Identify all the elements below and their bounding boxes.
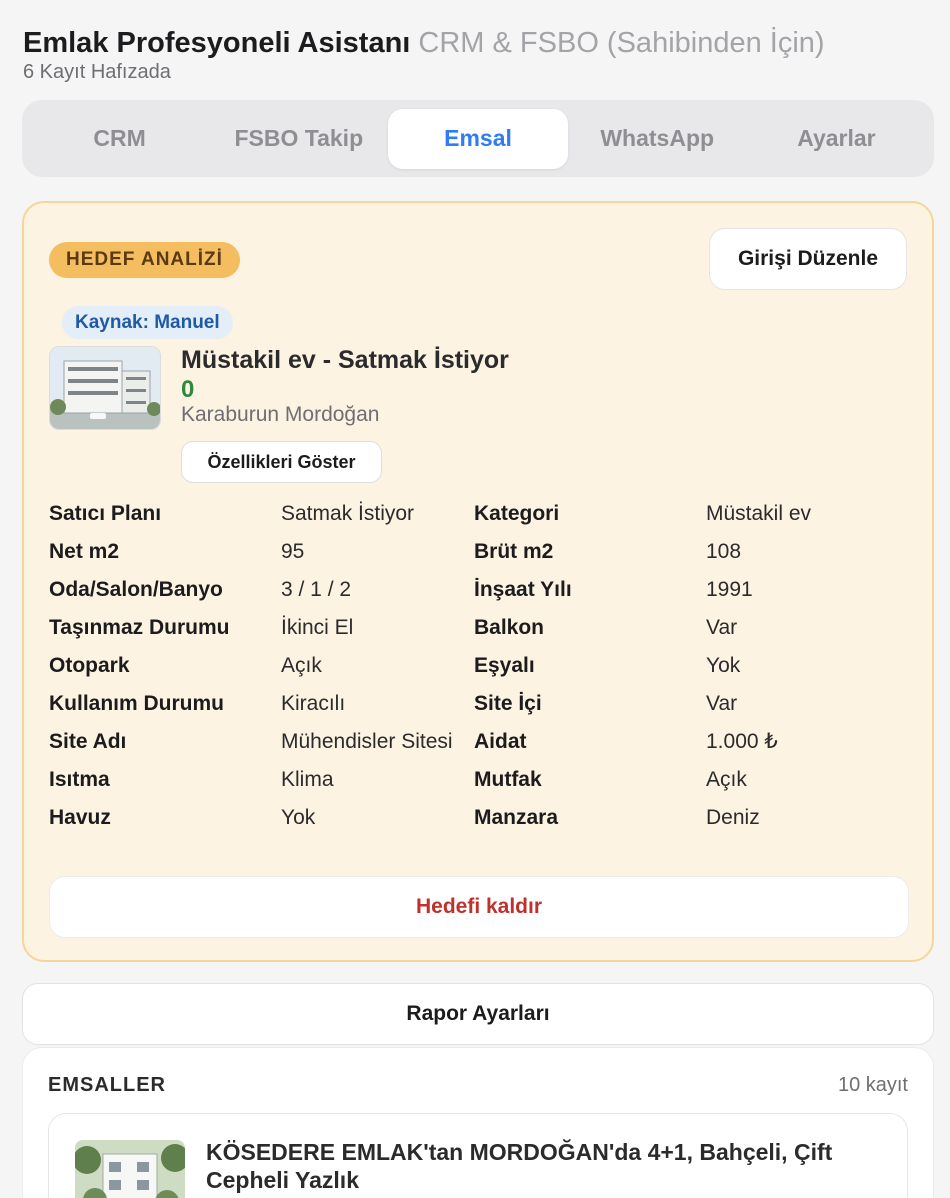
- comparables-heading: EMSALLER: [48, 1074, 166, 1096]
- property-value: 3 / 1 / 2: [281, 578, 352, 601]
- tab-whatsapp[interactable]: WhatsApp: [568, 109, 747, 169]
- app-title: Emlak Profesyoneli Asistanı: [23, 27, 411, 59]
- tab-crm[interactable]: CRM: [30, 109, 209, 169]
- property-value: Yok: [706, 654, 741, 677]
- listing-title: Müstakil ev - Satmak İstiyor: [181, 346, 509, 374]
- property-label: Site Adı: [49, 730, 127, 753]
- property-value: Deniz: [706, 806, 760, 829]
- record-count: 6 Kayıt Hafızada: [23, 61, 171, 83]
- property-row: Kullanım Durumu Kiracılı Site İçi Var: [49, 689, 909, 727]
- property-value: 1991: [706, 578, 753, 601]
- property-value: Yok: [281, 806, 316, 829]
- property-label: Balkon: [474, 616, 545, 639]
- property-value: Müstakil ev: [706, 502, 812, 525]
- comparable-thumbnail: [75, 1140, 185, 1198]
- remove-target-button[interactable]: Hedefi kaldır: [49, 876, 909, 938]
- property-value: Satmak İstiyor: [281, 502, 415, 525]
- property-value: İkinci El: [281, 616, 354, 639]
- property-value: Var: [706, 692, 738, 715]
- property-value: 108: [706, 540, 742, 563]
- listing-location: Karaburun Mordoğan: [181, 403, 380, 426]
- listing-price: 0: [181, 376, 195, 403]
- property-value: Açık: [281, 654, 322, 677]
- comparables-section: EMSALLER 10 kayıt KÖSEDERE EMLAK'tan MOR…: [22, 1047, 934, 1198]
- tab-bar: CRM FSBO Takip Emsal WhatsApp Ayarlar: [22, 100, 934, 177]
- property-label: Satıcı Planı: [49, 502, 162, 525]
- property-label: Brüt m2: [474, 540, 554, 563]
- property-row: Havuz Yok Manzara Deniz: [49, 803, 909, 841]
- comparables-count: 10 kayıt: [837, 1074, 908, 1096]
- property-row: Satıcı Planı Satmak İstiyor Kategori Müs…: [49, 499, 909, 537]
- property-value: 1.000 ₺: [706, 730, 778, 753]
- property-label: Havuz: [49, 806, 111, 829]
- property-value: Var: [706, 616, 738, 639]
- target-analysis-badge: HEDEF ANALİZİ: [49, 242, 240, 278]
- property-row: Net m2 95 Brüt m2 108: [49, 537, 909, 575]
- listing-thumbnail: [49, 346, 161, 430]
- property-label: Net m2: [49, 540, 120, 563]
- property-value: 95: [281, 540, 305, 563]
- property-label: Isıtma: [49, 768, 110, 791]
- report-settings-button[interactable]: Rapor Ayarları: [22, 983, 934, 1045]
- comparable-title: KÖSEDERE EMLAK'tan MORDOĞAN'da 4+1, Bahç…: [206, 1139, 833, 1193]
- property-label: Site İçi: [474, 692, 542, 715]
- app-title-suffix: CRM & FSBO (Sahibinden İçin): [418, 27, 825, 59]
- page-title: Emlak Profesyoneli Asistanı CRM & FSBO (…: [23, 26, 933, 60]
- app-header: Emlak Profesyoneli Asistanı CRM & FSBO (…: [23, 26, 933, 84]
- edit-entry-button[interactable]: Girişi Düzenle: [709, 228, 907, 290]
- house-photo-icon: [75, 1140, 185, 1198]
- tab-fsbo-takip[interactable]: FSBO Takip: [209, 109, 388, 169]
- property-details: Satıcı Planı Satmak İstiyor Kategori Müs…: [49, 499, 909, 841]
- property-label: İnşaat Yılı: [474, 578, 572, 601]
- property-label: Manzara: [474, 806, 559, 829]
- property-value: Kiracılı: [281, 692, 346, 715]
- property-row: Site Adı Mühendisler Sitesi Aidat 1.000 …: [49, 727, 909, 765]
- property-row: Otopark Açık Eşyalı Yok: [49, 651, 909, 689]
- target-analysis-card: HEDEF ANALİZİ Girişi Düzenle Kaynak: Man…: [22, 201, 934, 962]
- property-label: Kategori: [474, 502, 560, 525]
- source-badge: Kaynak: Manuel: [62, 306, 233, 339]
- property-label: Eşyalı: [474, 654, 535, 677]
- tab-ayarlar[interactable]: Ayarlar: [747, 109, 926, 169]
- property-label: Aidat: [474, 730, 527, 753]
- property-row: Oda/Salon/Banyo 3 / 1 / 2 İnşaat Yılı 19…: [49, 575, 909, 613]
- property-label: Kullanım Durumu: [49, 692, 225, 715]
- property-label: Mutfak: [474, 768, 542, 791]
- property-value: Klima: [281, 768, 334, 791]
- property-value: Açık: [706, 768, 747, 791]
- property-label: Oda/Salon/Banyo: [49, 578, 223, 601]
- property-value: Mühendisler Sitesi: [281, 730, 453, 753]
- show-features-button[interactable]: Özellikleri Göster: [181, 441, 382, 483]
- comparable-listing-card[interactable]: KÖSEDERE EMLAK'tan MORDOĞAN'da 4+1, Bahç…: [48, 1113, 908, 1198]
- property-row: Isıtma Klima Mutfak Açık: [49, 765, 909, 803]
- property-row: Taşınmaz Durumu İkinci El Balkon Var: [49, 613, 909, 651]
- property-label: Otopark: [49, 654, 130, 677]
- tab-emsal[interactable]: Emsal: [388, 108, 568, 169]
- property-label: Taşınmaz Durumu: [49, 616, 230, 639]
- building-photo-icon: [50, 347, 160, 429]
